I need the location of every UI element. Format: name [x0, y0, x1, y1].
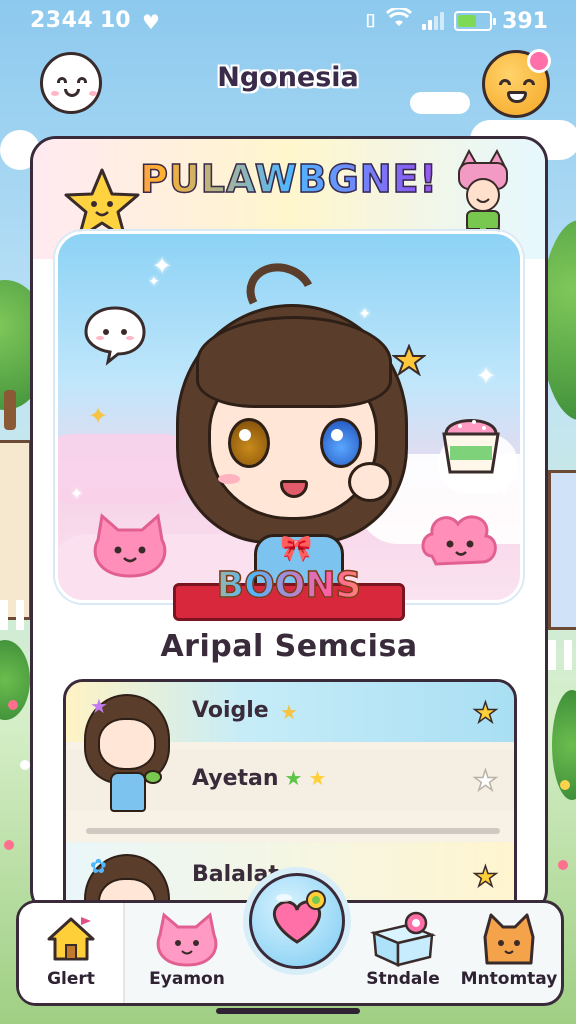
house-icon — [41, 911, 101, 965]
nav-label: Stndale — [366, 969, 440, 989]
favorite-star-icon[interactable]: ★ — [472, 859, 499, 894]
ribbon-text: BOONS — [173, 564, 405, 607]
bottom-navigation: Glert Eyamon Stndale Mntomtay — [16, 873, 564, 1006]
notification-count: 10 — [100, 8, 131, 33]
hero-illustration: ✦ ✦ ✦ ✦ ✦ ✦ ✦ 🎀 — [55, 231, 523, 603]
green-star-icon: ★ — [284, 766, 303, 790]
center-action-button[interactable] — [249, 873, 345, 969]
notification-dot — [527, 49, 551, 73]
pink-cloud-blob-icon — [416, 504, 502, 582]
status-time: 2344 — [30, 8, 94, 33]
battery-value: 391 — [502, 8, 548, 34]
sparkle-icon: ✦ — [88, 402, 109, 430]
sparkle-icon: ✦ — [476, 362, 497, 390]
character-card: PULAWBGNE! ✦ ✦ ✦ ✦ ✦ ✦ ✦ 🎀 BOONS Aripal … — [30, 136, 548, 916]
signal-icon — [422, 12, 445, 30]
star-clip-icon: ★ — [90, 694, 108, 718]
status-bar: 2344 10 ♥ ⌷ 391 — [0, 0, 576, 44]
profile-avatar-button[interactable] — [482, 49, 551, 118]
mini-girl-avatar: ★ — [80, 690, 176, 830]
boons-ribbon: BOONS — [173, 564, 405, 621]
nav-item-stndale[interactable]: Stndale — [351, 903, 455, 1003]
list-item-label: Voigle — [192, 698, 269, 723]
sparkle-icon: ✦ — [498, 484, 510, 500]
chat-bubble-icon — [82, 304, 148, 370]
favorite-star-icon[interactable]: ★ — [472, 695, 499, 730]
small-star-icon: ★ — [280, 700, 298, 724]
nav-item-eyamon[interactable]: Eyamon — [135, 903, 239, 1003]
nav-label: Eyamon — [149, 969, 225, 989]
pink-cat-icon — [156, 911, 218, 967]
battery-fill — [458, 15, 477, 27]
nav-label: Glert — [47, 969, 95, 989]
favorite-star-icon[interactable]: ★ — [472, 763, 499, 798]
gift-box-icon — [369, 911, 437, 967]
orange-cat-icon — [479, 911, 539, 965]
battery-icon — [454, 11, 497, 31]
nav-label: Mntomtay — [460, 969, 558, 989]
nav-item-mntomtay[interactable]: Mntomtay — [457, 903, 561, 1003]
heart-bubble-icon — [272, 890, 326, 944]
sparkle-icon: ✦ — [358, 304, 372, 323]
home-indicator[interactable] — [216, 1008, 360, 1014]
sparkle-icon: ✦ — [70, 484, 84, 503]
location-heart-icon: ♥ — [142, 10, 160, 34]
list-item-label: Ayetan ★ ★ — [192, 766, 327, 791]
nav-item-glert[interactable]: Glert — [19, 903, 123, 1003]
character-name: Aripal Semcisa — [160, 629, 418, 664]
cake-icon — [436, 406, 506, 484]
gold-star-icon: ★ — [308, 766, 327, 790]
bow-icon: 🎀 — [280, 534, 313, 564]
pink-cat-blob-icon — [88, 510, 172, 588]
sparkle-icon: ✦ — [148, 274, 160, 290]
wifi-icon — [386, 6, 413, 34]
vibrate-icon: ⌷ — [365, 10, 377, 32]
blue-bow-icon: ✿ — [90, 854, 107, 878]
